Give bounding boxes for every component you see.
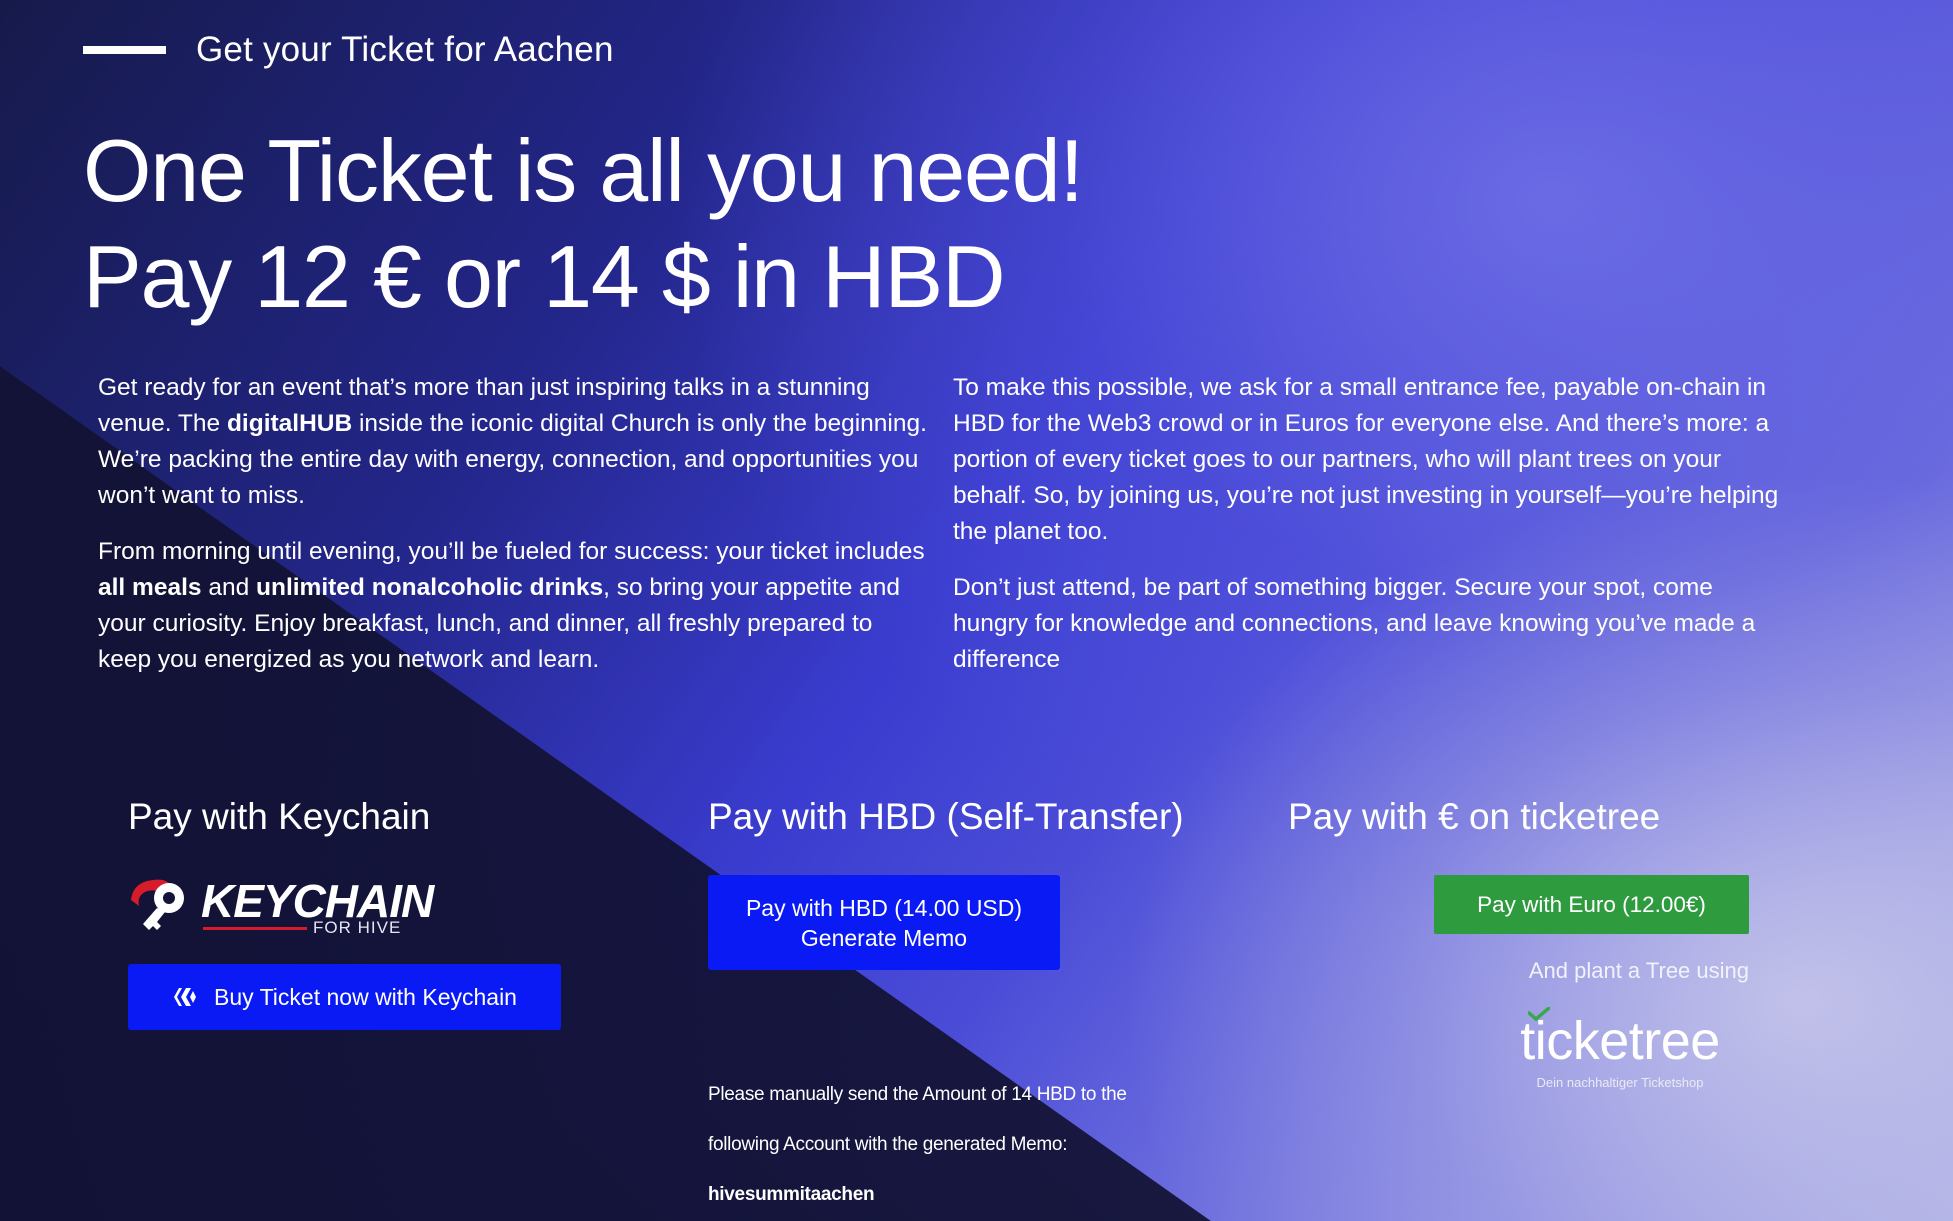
intro-left-paragraph-1: Get ready for an event that’s more than … (98, 370, 928, 514)
intro-right-paragraph-1: To make this possible, we ask for a smal… (953, 374, 1779, 545)
buy-ticket-keychain-label: Buy Ticket now with Keychain (214, 983, 517, 1010)
intro-right-paragraph-2: Don’t just attend, be part of something … (953, 574, 1756, 673)
hbd-instructions-line-1: Please manually send the Amount of 14 HB… (708, 1084, 1127, 1105)
keychain-logo: KEYCHAIN FOR HIVE (127, 872, 434, 938)
eyebrow-text: Get your Ticket for Aachen (196, 30, 614, 69)
intro-right-column: To make this possible, we ask for a smal… (953, 370, 1793, 698)
keychain-key-icon (131, 879, 184, 930)
pay-hbd-button-line-2: Generate Memo (800, 924, 968, 951)
hive-icon (174, 988, 196, 1006)
ticketree-logo[interactable]: ticketree Dein nachhaltiger Ticketshop (1500, 1005, 1740, 1095)
keychain-logo-underline (203, 927, 307, 930)
bold-drinks: unlimited nonalcoholic drinks (256, 574, 604, 601)
headline-line-1: One Ticket is all you need! (83, 121, 1084, 220)
ticket-page: Get your Ticket for Aachen One Ticket is… (0, 0, 1953, 1221)
buy-ticket-keychain-button[interactable]: Buy Ticket now with Keychain (128, 964, 561, 1030)
eyebrow: Get your Ticket for Aachen (83, 30, 614, 70)
eyebrow-bar (83, 46, 166, 54)
ticketree-logo-tagline: Dein nachhaltiger Ticketshop (1536, 1075, 1704, 1090)
euro-title: Pay with € on ticketree (1288, 796, 1661, 837)
text-span: and (201, 574, 257, 601)
headline-line-2: Pay 12 € or 14 $ in HBD (83, 227, 1006, 326)
bold-digitalhub: digitalHUB (226, 410, 353, 437)
keychain-logo-sub: FOR HIVE (313, 918, 402, 937)
text-span: From morning until evening, you’ll be fu… (98, 538, 925, 565)
hbd-instructions-line-2: following Account with the generated Mem… (708, 1134, 1068, 1155)
pay-hbd-generate-memo-button[interactable]: Pay with HBD (14.00 USD) Generate Memo (708, 875, 1060, 970)
plant-tree-text: And plant a Tree using (1528, 958, 1749, 983)
hbd-account-name: hivesummitaachen (708, 1184, 875, 1205)
intro-left-paragraph-2: From morning until evening, you’ll be fu… (98, 534, 928, 678)
pay-euro-button[interactable]: Pay with Euro (12.00€) (1434, 875, 1749, 934)
leaf-check-icon (1528, 1007, 1550, 1021)
intro-left-column: Get ready for an event that’s more than … (98, 370, 928, 698)
page-title: One Ticket is all you need! Pay 12 € or … (83, 118, 1084, 330)
hbd-title: Pay with HBD (Self-Transfer) (708, 796, 1184, 837)
keychain-title: Pay with Keychain (128, 796, 431, 837)
pay-hbd-button-line-1: Pay with HBD (14.00 USD) (745, 894, 1023, 921)
hbd-instructions: Please manually send the Amount of 14 HB… (708, 1070, 1127, 1220)
bold-all-meals: all meals (98, 574, 202, 601)
